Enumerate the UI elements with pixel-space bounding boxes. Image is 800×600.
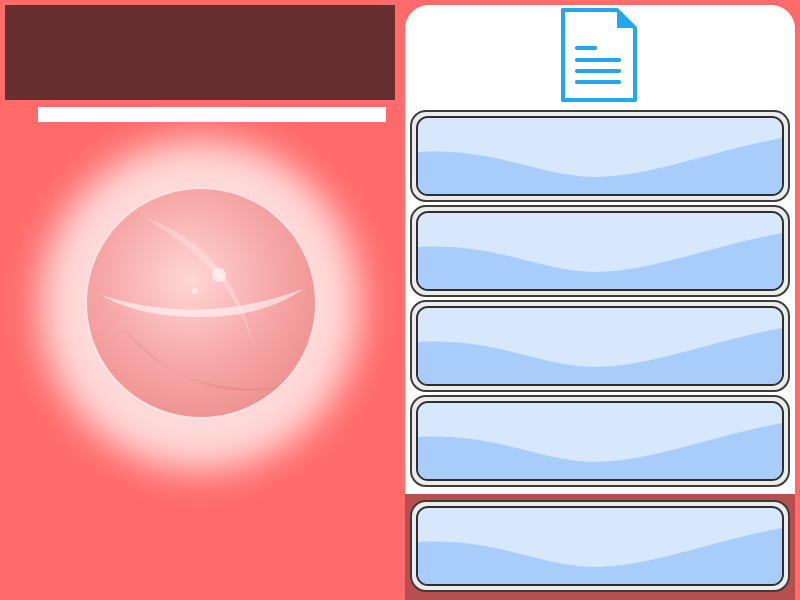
- save-slot-4-button[interactable]: [410, 395, 790, 487]
- save-slot-panel: [405, 5, 795, 600]
- save-slot-label: [418, 213, 782, 289]
- title-banner: [5, 5, 395, 100]
- save-slot-label: [418, 308, 782, 384]
- save-slot-face: [416, 401, 784, 481]
- save-slot-label: [418, 403, 782, 479]
- save-slot-2-button[interactable]: [410, 205, 790, 297]
- progress-bar: [38, 107, 386, 122]
- save-slot-1-button[interactable]: [410, 110, 790, 202]
- save-slot-face: [416, 211, 784, 291]
- save-slot-5-button[interactable]: [410, 500, 790, 592]
- left-panel: [0, 0, 400, 600]
- save-slot-label: [418, 118, 782, 194]
- save-slot-face: [416, 116, 784, 196]
- game-screen: [0, 0, 800, 600]
- save-slot-face: [416, 306, 784, 386]
- progress-fill: [38, 107, 386, 122]
- save-slot-face: [416, 506, 784, 586]
- save-slot-3-button[interactable]: [410, 300, 790, 392]
- orb-graphic: [85, 187, 317, 419]
- title-text: [5, 5, 395, 100]
- save-slot-label: [418, 508, 782, 584]
- glass-orb[interactable]: [83, 187, 319, 419]
- document-icon: [561, 8, 637, 102]
